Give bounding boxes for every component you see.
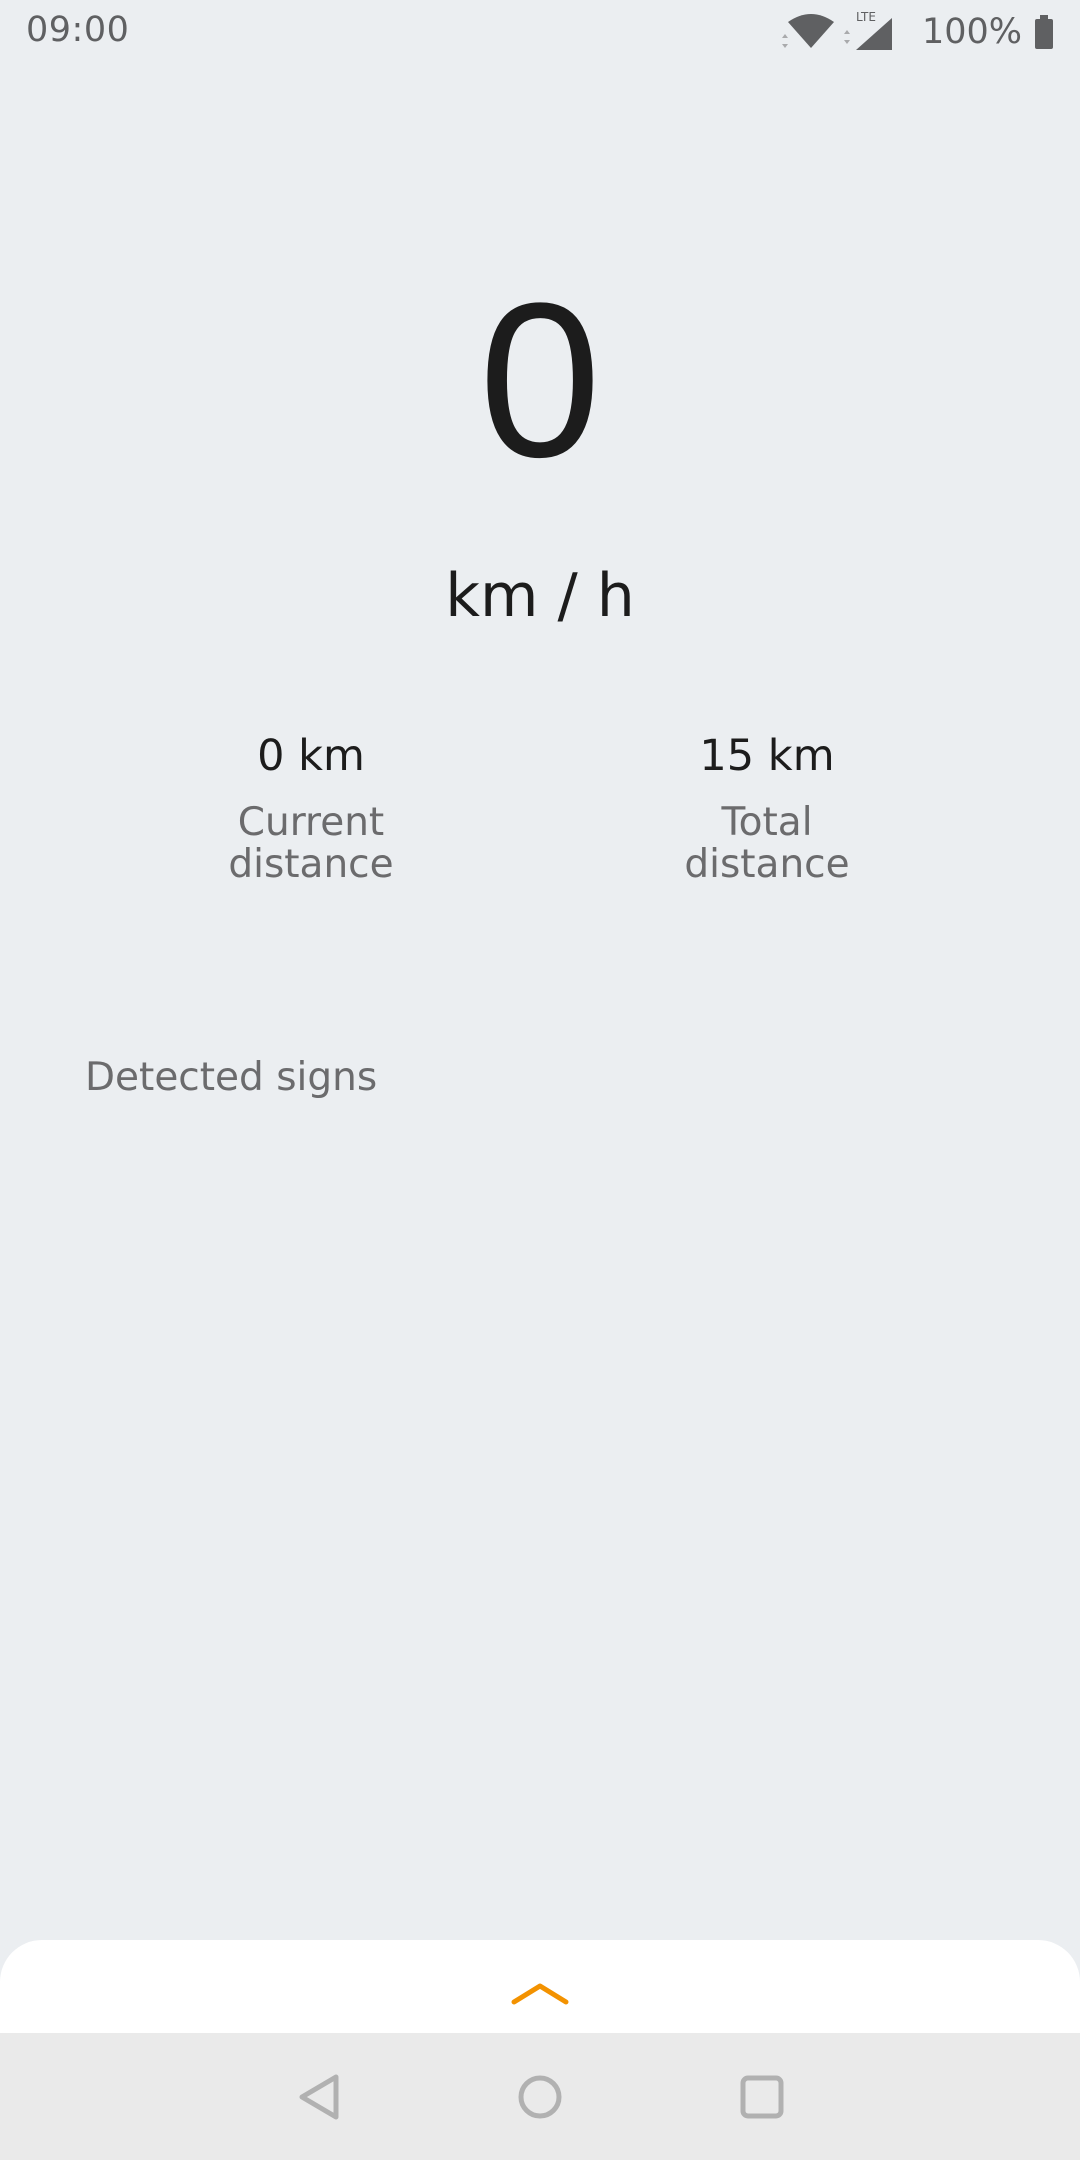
- total-distance-label: Total distance: [684, 800, 850, 887]
- current-distance-label: Current distance: [228, 800, 394, 887]
- back-icon[interactable]: [292, 2069, 348, 2125]
- total-distance-stat: 15 km Total distance: [567, 724, 967, 886]
- status-time: 09:00: [26, 10, 130, 50]
- network-type-label: LTE: [856, 10, 876, 24]
- current-distance-value: 0 km: [257, 731, 365, 781]
- battery-icon: [1034, 15, 1054, 49]
- status-bar: 09:00 LTE 100%: [0, 0, 1080, 64]
- home-icon[interactable]: [512, 2069, 568, 2125]
- status-icons: LTE 100%: [778, 10, 1054, 54]
- wifi-icon: [778, 10, 836, 54]
- chevron-up-icon[interactable]: [510, 1978, 570, 2008]
- detected-signs-heading: Detected signs: [85, 1055, 378, 1100]
- total-distance-value: 15 km: [699, 731, 835, 781]
- speed-unit: km / h: [445, 561, 635, 631]
- current-distance-stat: 0 km Current distance: [111, 724, 511, 886]
- navigation-bar: [0, 2033, 1080, 2160]
- speed-value: 0: [478, 257, 602, 503]
- signal-icon: LTE: [842, 10, 904, 54]
- battery-percent: 100%: [921, 12, 1022, 52]
- recents-icon[interactable]: [734, 2069, 790, 2125]
